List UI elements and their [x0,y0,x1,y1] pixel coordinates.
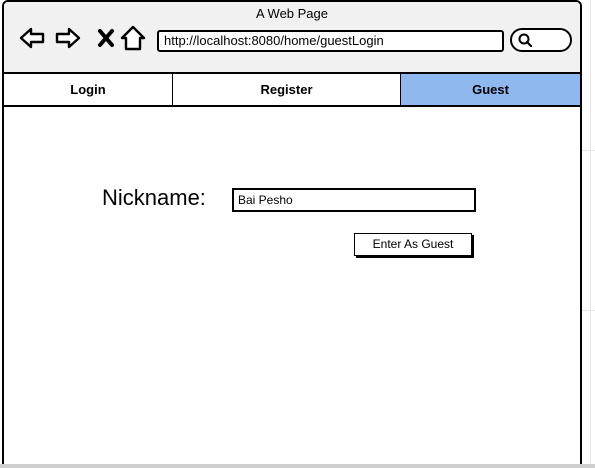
close-x-icon [98,29,114,47]
enter-as-guest-button[interactable]: Enter As Guest [354,233,472,256]
tab-register[interactable]: Register [173,74,400,105]
stop-button[interactable] [92,24,120,52]
tab-guest[interactable]: Guest [401,74,580,105]
tab-login[interactable]: Login [4,74,172,105]
url-bar[interactable]: http://localhost:8080/home/guestLogin [157,30,504,52]
grid-line [580,310,595,311]
browser-window: A Web Page http://localhost:8080/home/gu… [2,0,582,468]
window-title: A Web Page [255,6,329,21]
forward-button[interactable] [54,24,82,52]
home-button[interactable] [119,24,147,52]
browser-toolbar: A Web Page http://localhost:8080/home/gu… [4,2,580,74]
home-icon [120,25,146,51]
grid-line [590,0,591,468]
back-button[interactable] [18,24,46,52]
back-arrow-icon [19,27,45,49]
guest-login-form: Nickname: Enter As Guest [4,107,580,466]
bottom-strip [0,464,595,468]
tab-bar: Login Register Guest [4,74,580,107]
browser-search-field[interactable] [510,28,572,52]
nickname-label: Nickname: [102,185,206,210]
grid-line [580,150,595,151]
forward-arrow-icon [55,27,81,49]
search-icon [518,33,532,47]
nickname-input[interactable] [232,188,476,212]
